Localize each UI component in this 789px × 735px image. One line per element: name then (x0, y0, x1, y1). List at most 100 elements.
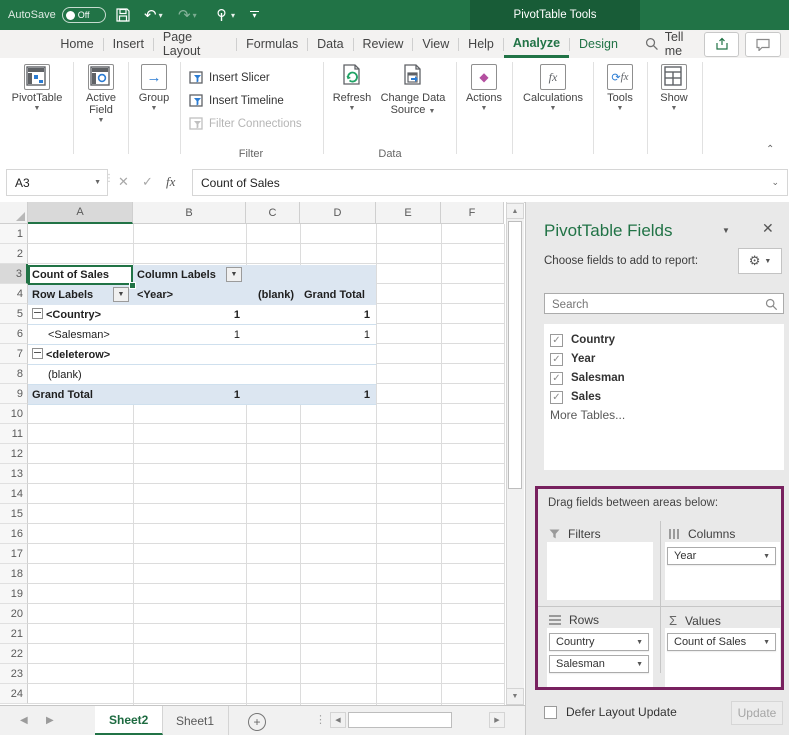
show-button[interactable]: Show ▼ (650, 64, 698, 112)
row-header-19[interactable]: 19 (0, 584, 28, 604)
touch-mouse-mode-button[interactable]: ▾ (214, 0, 235, 30)
select-all-corner[interactable] (0, 202, 28, 224)
pill-caret-icon[interactable]: ▼ (763, 639, 770, 646)
row-header-1[interactable]: 1 (0, 224, 28, 244)
tab-page-layout[interactable]: Page Layout (154, 30, 236, 58)
pivot-cell[interactable]: Grand Total (300, 285, 376, 305)
column-header-A[interactable]: A (28, 202, 133, 224)
comments-button[interactable] (745, 31, 781, 57)
touch-mode-caret-icon[interactable]: ▾ (231, 11, 235, 20)
tell-me-box[interactable]: Tell me (645, 30, 704, 58)
save-button[interactable] (115, 0, 131, 30)
sheet-tab-sheet2[interactable]: Sheet2 (95, 706, 164, 735)
pivot-cell[interactable]: 1 (300, 325, 376, 345)
pivottable-button[interactable]: PivotTable ▼ (5, 64, 69, 112)
row-header-24[interactable]: 24 (0, 684, 28, 704)
tab-view[interactable]: View (413, 30, 458, 58)
cancel-formula-icon[interactable]: ✕ (118, 174, 129, 190)
pill-caret-icon[interactable]: ▼ (636, 661, 643, 668)
pivot-cell[interactable]: <Year> (133, 285, 246, 305)
pivot-cell[interactable]: Count of Sales (28, 265, 133, 285)
pivot-cell[interactable]: 1 (133, 305, 246, 325)
tab-analyze[interactable]: Analyze (503, 30, 570, 58)
pivot-cell[interactable]: <deleterow> (28, 345, 133, 365)
tab-data[interactable]: Data (308, 30, 352, 58)
field-item-salesman[interactable]: ✓ Salesman (550, 370, 625, 386)
row-header-16[interactable]: 16 (0, 524, 28, 544)
row-header-15[interactable]: 15 (0, 504, 28, 524)
values-drop-area[interactable]: Count of Sales ▼ (665, 628, 780, 687)
tools-button[interactable]: ⟳ fx Tools ▼ (596, 64, 644, 112)
row-header-2[interactable]: 2 (0, 244, 28, 264)
row-header-6[interactable]: 6 (0, 324, 28, 344)
pivot-cell[interactable]: 1 (300, 385, 376, 405)
pivot-cell[interactable]: Grand Total (28, 385, 133, 405)
field-checkbox-salesman[interactable]: ✓ (550, 371, 563, 385)
row-header-20[interactable]: 20 (0, 604, 28, 624)
autosave-control[interactable]: AutoSave Off (8, 0, 106, 30)
update-button[interactable]: Update (731, 701, 783, 725)
search-input[interactable] (550, 295, 764, 314)
pivot-cell[interactable]: (blank) (246, 285, 300, 305)
collapse-ribbon-button[interactable]: ⌃ (766, 144, 774, 155)
pivot-filter-dropdown[interactable]: ▼ (226, 267, 242, 282)
calculations-button[interactable]: fx Calculations ▼ (515, 64, 591, 112)
pivot-cell[interactable]: (blank) (28, 365, 133, 385)
tab-design[interactable]: Design (570, 30, 627, 58)
row-header-3[interactable]: 3 (0, 264, 28, 284)
refresh-button[interactable]: Refresh ▼ (328, 64, 376, 112)
tab-formulas[interactable]: Formulas (237, 30, 307, 58)
row-header-22[interactable]: 22 (0, 644, 28, 664)
column-header-C[interactable]: C (246, 202, 300, 224)
insert-slicer-button[interactable]: Insert Slicer (189, 71, 270, 85)
pivot-cell[interactable]: 1 (133, 385, 246, 405)
field-pill-year[interactable]: Year ▼ (667, 547, 776, 565)
tab-home[interactable]: Home (51, 30, 102, 58)
more-tables-link[interactable]: More Tables... (550, 408, 625, 422)
actions-button[interactable]: ◆ Actions ▼ (458, 64, 510, 112)
pane-close-icon[interactable]: ✕ (762, 220, 774, 237)
pivot-cell[interactable]: <Country> (28, 305, 133, 325)
row-header-12[interactable]: 12 (0, 444, 28, 464)
row-header-21[interactable]: 21 (0, 624, 28, 644)
hscroll-left-button[interactable]: ◀ (330, 712, 346, 728)
defer-layout-checkbox[interactable] (544, 705, 557, 719)
row-header-17[interactable]: 17 (0, 544, 28, 564)
column-header-B[interactable]: B (133, 202, 246, 224)
horizontal-scroll-thumb[interactable] (348, 712, 452, 728)
sheet-nav-right-icon[interactable]: ▶ (46, 715, 54, 726)
redo-button[interactable]: ↷ ▾ (178, 0, 197, 30)
scroll-up-button[interactable]: ▲ (506, 203, 524, 219)
field-item-country[interactable]: ✓ Country (550, 332, 615, 348)
new-sheet-button[interactable]: + (248, 713, 266, 731)
row-header-23[interactable]: 23 (0, 664, 28, 684)
undo-button[interactable]: ↶ ▾ (144, 0, 163, 30)
field-checkbox-sales[interactable]: ✓ (550, 390, 563, 404)
pivot-cell[interactable]: 1 (300, 305, 376, 325)
pane-options-caret-icon[interactable]: ▼ (722, 226, 730, 235)
tab-insert[interactable]: Insert (104, 30, 153, 58)
hscroll-right-button[interactable]: ▶ (489, 712, 505, 728)
row-header-4[interactable]: 4 (0, 284, 28, 304)
worksheet-grid[interactable]: ABCDEF 1 2 3 4 5 6 7 8 9 10 11 12 13 14 15 16 17 18 19 20 21… (0, 202, 506, 705)
share-button[interactable] (703, 31, 740, 57)
sheet-tab-sheet1[interactable]: Sheet1 (162, 706, 230, 735)
field-pill-country[interactable]: Country ▼ (549, 633, 649, 651)
undo-caret-icon[interactable]: ▾ (159, 11, 163, 20)
sheet-nav-left-icon[interactable]: ◀ (20, 715, 28, 726)
customize-quick-access-button[interactable]: ▾ (250, 0, 259, 30)
tab-help[interactable]: Help (459, 30, 503, 58)
pivot-cell[interactable]: 1 (133, 325, 246, 345)
pill-caret-icon[interactable]: ▼ (763, 553, 770, 560)
row-header-7[interactable]: 7 (0, 344, 28, 364)
tab-review[interactable]: Review (353, 30, 412, 58)
formula-input[interactable]: Count of Sales ⌄ (192, 169, 788, 196)
field-search-box[interactable] (544, 293, 784, 314)
column-header-F[interactable]: F (441, 202, 504, 224)
field-item-year[interactable]: ✓ Year (550, 351, 595, 367)
redo-caret-icon[interactable]: ▾ (193, 11, 197, 20)
enter-formula-icon[interactable]: ✓ (142, 174, 153, 190)
column-header-D[interactable]: D (300, 202, 376, 224)
tools-gear-button[interactable]: ⚙ ▼ (738, 248, 782, 274)
field-pill-count-of-sales[interactable]: Count of Sales ▼ (667, 633, 776, 651)
